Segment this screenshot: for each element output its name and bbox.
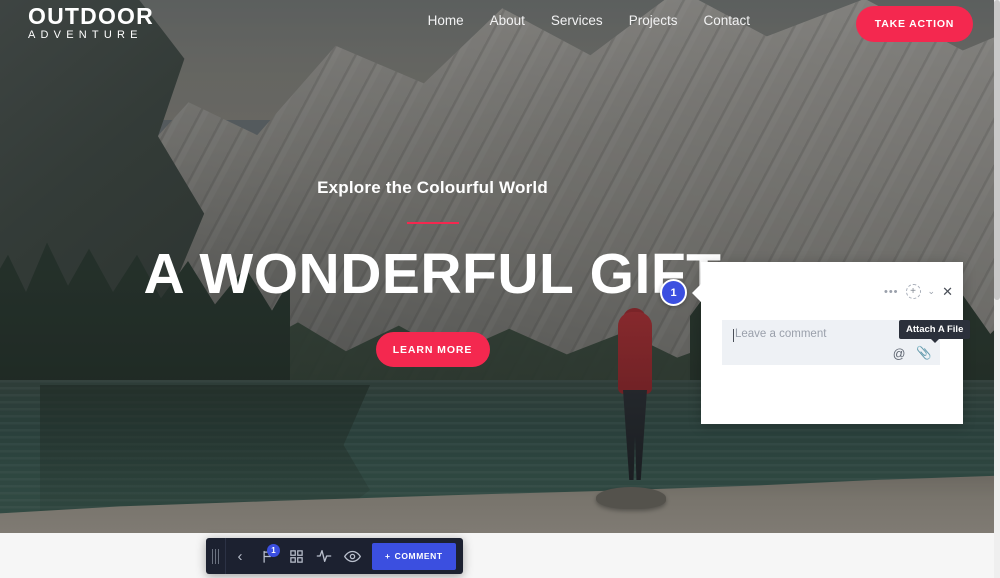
text-caret	[733, 329, 734, 342]
pulse-glyph	[316, 550, 332, 562]
review-toolbar: ‹ 1 + COMMENT	[206, 538, 463, 574]
learn-more-button[interactable]: LEARN MORE	[375, 332, 490, 367]
page-root: OUTDOOR ADVENTURE Home About Services Pr…	[0, 0, 1000, 578]
below-fold-section: // "Everet nocty sorantem habentis spect…	[0, 533, 1000, 578]
take-action-button[interactable]: TAKE ACTION	[856, 6, 973, 42]
comment-popup-header: ••• + ⌄ ✕	[884, 284, 953, 299]
activity-pulse-icon[interactable]	[310, 538, 338, 574]
comment-input-actions: @ 📎	[893, 346, 932, 361]
hero-eyebrow: Explore the Colourful World	[317, 178, 548, 197]
comment-pin-marker[interactable]: 1	[660, 279, 687, 306]
scrollbar-thumb[interactable]	[994, 0, 1000, 300]
primary-nav: Home About Services Projects Contact	[428, 13, 750, 28]
eye-glyph	[343, 550, 361, 562]
nav-item-about[interactable]: About	[490, 13, 525, 28]
attach-file-tooltip: Attach A File	[899, 320, 971, 343]
comment-button-label: COMMENT	[394, 551, 443, 561]
eye-preview-icon[interactable]	[338, 538, 366, 574]
add-emoji-icon[interactable]: +	[905, 284, 921, 299]
back-chevron-icon[interactable]: ‹	[226, 538, 254, 574]
comment-pin-number: 1	[670, 286, 677, 299]
close-icon[interactable]: ✕	[942, 285, 953, 298]
hero-divider-rule	[406, 222, 459, 224]
drag-handle-icon[interactable]	[206, 538, 226, 574]
grid-view-icon[interactable]	[282, 538, 310, 574]
nav-item-contact[interactable]: Contact	[703, 13, 750, 28]
comment-count-badge: 1	[267, 544, 280, 557]
site-logo[interactable]: OUTDOOR ADVENTURE	[28, 4, 154, 43]
plus-icon: +	[385, 551, 391, 561]
page-scrollbar[interactable]	[994, 0, 1000, 578]
logo-secondary-text: ADVENTURE	[28, 29, 143, 41]
grid-glyph	[289, 549, 303, 563]
nav-item-services[interactable]: Services	[551, 13, 603, 28]
add-comment-toolbar-button[interactable]: + COMMENT	[372, 542, 456, 570]
more-options-icon[interactable]: •••	[884, 286, 899, 298]
comment-flag-icon[interactable]: 1	[254, 538, 282, 574]
comment-popup: ••• + ⌄ ✕ Leave a comment @ 📎 ADD COMMEN…	[692, 262, 963, 424]
mention-icon[interactable]: @	[893, 347, 906, 361]
attach-file-icon[interactable]: 📎	[916, 346, 932, 361]
chevron-down-icon[interactable]: ⌄	[928, 286, 936, 297]
nav-item-projects[interactable]: Projects	[629, 13, 678, 28]
logo-primary-text: OUTDOOR	[28, 3, 154, 29]
nav-item-home[interactable]: Home	[428, 13, 464, 28]
back-chevron-glyph: ‹	[237, 547, 243, 565]
site-navbar: OUTDOOR ADVENTURE Home About Services Pr…	[0, 0, 1000, 50]
